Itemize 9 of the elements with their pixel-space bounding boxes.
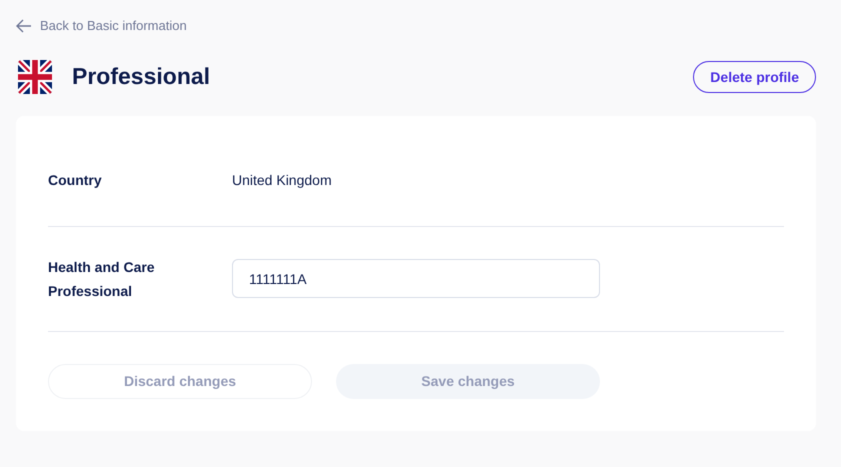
field-value: United Kingdom bbox=[232, 172, 332, 188]
page-title: Professional bbox=[72, 63, 212, 90]
input-field[interactable]: 1111111A bbox=[232, 259, 600, 298]
flag-icon bbox=[18, 60, 52, 94]
delete-profile-button[interactable]: Delete profile bbox=[693, 60, 816, 92]
field-label: Country bbox=[48, 170, 103, 190]
back-arrow-icon bbox=[16, 18, 32, 32]
back-link[interactable]: Back to Basic information bbox=[16, 18, 187, 33]
field-label: Health and Care Professional bbox=[48, 258, 156, 300]
